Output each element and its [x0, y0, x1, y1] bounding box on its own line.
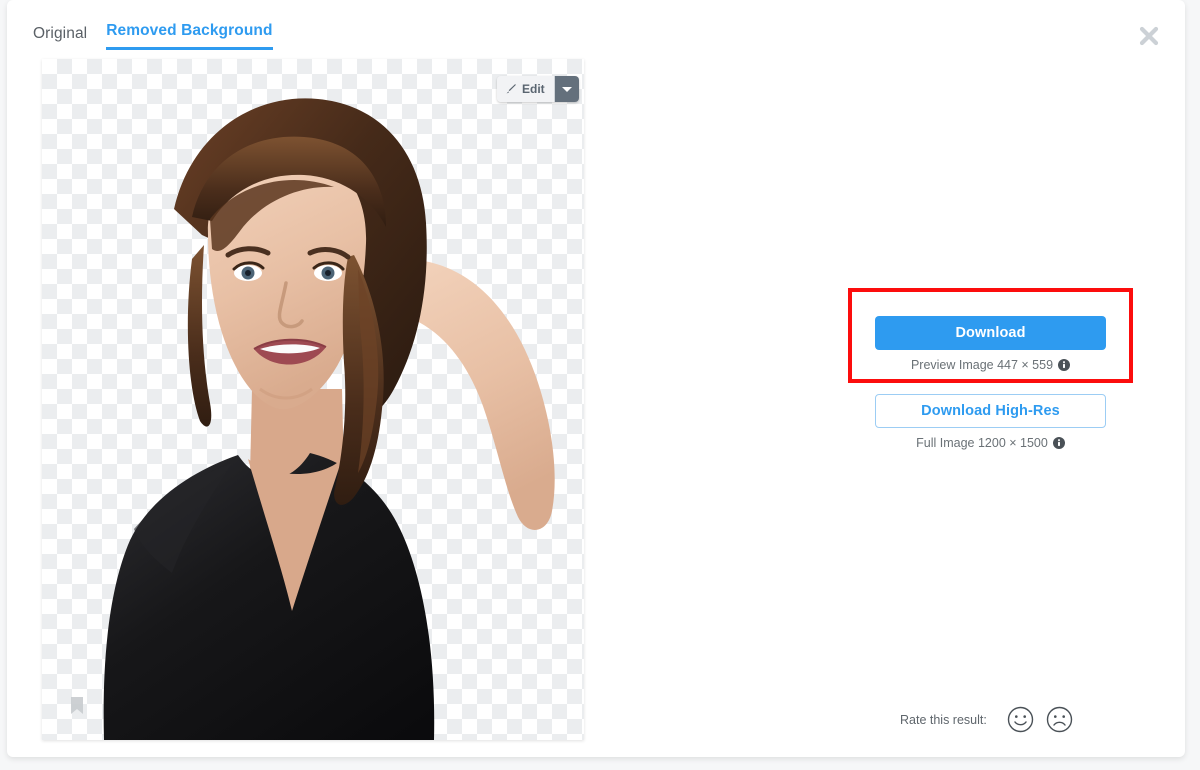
- download-high-res-label: Download High-Res: [921, 403, 1060, 419]
- download-button-label: Download: [955, 325, 1026, 341]
- brush-icon: [506, 84, 516, 94]
- rate-positive-button[interactable]: [1007, 706, 1034, 733]
- info-icon[interactable]: [1058, 359, 1071, 371]
- edit-button-label: Edit: [522, 82, 545, 96]
- smiley-happy-icon: [1007, 706, 1034, 733]
- result-card: Original Removed Background Edit Downloa…: [7, 0, 1185, 757]
- tab-removed-background-label: Removed Background: [106, 22, 273, 39]
- close-button[interactable]: [1134, 21, 1164, 51]
- download-button[interactable]: Download: [875, 316, 1106, 350]
- download-high-res-caption: Full Image 1200 × 1500: [875, 436, 1106, 450]
- edit-button-group[interactable]: Edit: [497, 76, 579, 102]
- actions-spacer: [875, 372, 1106, 394]
- chevron-down-icon: [561, 86, 572, 92]
- download-caption-text: Preview Image 447 × 559: [910, 358, 1054, 372]
- info-icon[interactable]: [1052, 437, 1065, 449]
- app-root: Original Removed Background Edit Downloa…: [0, 0, 1200, 770]
- download-actions: Download Preview Image 447 × 559 Downloa…: [875, 316, 1106, 450]
- tab-original-label: Original: [33, 25, 88, 42]
- edit-dropdown-button[interactable]: [554, 76, 579, 102]
- edit-button[interactable]: Edit: [497, 76, 555, 102]
- download-high-res-button[interactable]: Download High-Res: [875, 394, 1106, 428]
- tab-removed-background[interactable]: Removed Background: [106, 22, 273, 50]
- info-icon-glyph: [1058, 359, 1071, 371]
- bookmark-button[interactable]: [70, 696, 84, 715]
- smiley-sad-icon: [1046, 706, 1073, 733]
- close-icon: [1139, 26, 1159, 46]
- rate-negative-button[interactable]: [1046, 706, 1073, 733]
- download-high-res-caption-text: Full Image 1200 × 1500: [916, 436, 1048, 450]
- rating-label: Rate this result:: [900, 712, 987, 727]
- tab-original[interactable]: Original: [33, 25, 87, 50]
- bookmark-icon: [71, 697, 83, 714]
- image-preview-panel[interactable]: Edit: [42, 59, 584, 740]
- view-tabs: Original Removed Background: [33, 22, 273, 50]
- cutout-portrait-image: [103, 98, 555, 740]
- info-icon-glyph: [1052, 437, 1065, 449]
- download-caption: Preview Image 447 × 559: [875, 358, 1106, 372]
- rating-row: Rate this result:: [900, 706, 1073, 733]
